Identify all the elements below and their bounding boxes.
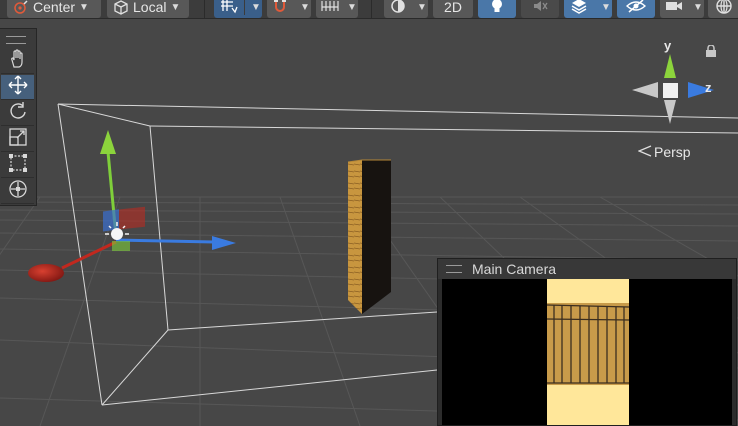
move-icon	[8, 75, 28, 100]
shading-mode-dropdown[interactable]: ▼	[384, 0, 428, 18]
rect-tool-button[interactable]	[1, 153, 34, 178]
grid-snap-button[interactable]: ▼	[214, 0, 262, 18]
gizmo-center-cube	[663, 83, 678, 98]
z-axis-handle	[212, 236, 236, 250]
effects-icon	[570, 0, 588, 17]
projection-label: Persp	[654, 144, 691, 160]
snap-increment-button[interactable]: ▼	[267, 0, 311, 18]
transform-tool-button[interactable]	[1, 179, 34, 204]
visibility-icon	[625, 0, 647, 16]
local-space-icon	[113, 0, 129, 15]
increment-snap-dropdown[interactable]: ▼	[316, 0, 358, 18]
rotate-icon	[8, 101, 28, 126]
toggle-2d-button[interactable]: 2D	[433, 0, 473, 18]
camera-icon	[665, 0, 683, 16]
chevron-down-icon: ▼	[347, 1, 357, 13]
chevron-down-icon: ▼	[170, 1, 181, 13]
rect-icon	[8, 153, 28, 178]
snap-increment-icon	[272, 0, 288, 17]
move-tool-button[interactable]	[1, 75, 34, 100]
wooden-wall-object[interactable]	[347, 159, 391, 314]
grid-snap-icon	[220, 0, 238, 17]
ruler-icon	[321, 0, 339, 16]
audio-icon	[532, 0, 548, 16]
camera-preview-viewport	[442, 279, 732, 425]
scale-icon	[8, 127, 28, 152]
y-axis-handle	[100, 130, 116, 154]
lighting-toggle-button[interactable]	[478, 0, 516, 18]
gizmo-neg-y-cone	[664, 100, 676, 124]
tools-grip-handle[interactable]	[6, 36, 26, 44]
chevron-down-icon: ▼	[693, 1, 703, 13]
perspective-icon	[637, 144, 652, 160]
chevron-down-icon: ▼	[79, 1, 89, 13]
camera-preview-title: Main Camera	[472, 261, 557, 277]
chevron-down-icon: ▼	[251, 1, 261, 13]
pivot-mode-label: Center	[33, 0, 76, 15]
lock-icon[interactable]	[705, 44, 717, 62]
gizmo-y-cone	[664, 54, 676, 78]
audio-toggle-button[interactable]	[521, 0, 559, 18]
pivot-mode-dropdown[interactable]: Center ▼	[7, 0, 101, 18]
camera-settings-dropdown[interactable]: ▼	[660, 0, 704, 18]
rotate-tool-button[interactable]	[1, 101, 34, 126]
x-axis-handle	[28, 264, 64, 282]
shading-mode-icon	[389, 0, 407, 17]
chevron-down-icon: ▼	[417, 1, 427, 13]
space-mode-label: Local	[133, 0, 167, 15]
scene-toolbar: Center ▼ Local ▼ ▼ ▼ ▼ ▼ 2D ▼ ▼	[0, 0, 738, 19]
gizmos-button[interactable]	[708, 0, 738, 18]
grip-handle-icon	[446, 265, 462, 273]
transform-gizmo[interactable]	[28, 130, 236, 282]
chevron-down-icon: ▼	[300, 1, 310, 13]
scale-tool-button[interactable]	[1, 127, 34, 152]
space-mode-dropdown[interactable]: Local ▼	[107, 0, 189, 18]
hand-icon	[8, 48, 28, 74]
transform-icon	[8, 179, 28, 204]
gizmo-z-label: z	[705, 80, 712, 95]
toggle-2d-label: 2D	[444, 0, 462, 15]
gizmo-y-label: y	[664, 38, 672, 53]
camera-preview-header[interactable]: Main Camera	[438, 259, 736, 279]
gizmo-neg-z-cone	[632, 82, 658, 98]
lighting-icon	[490, 0, 504, 17]
camera-preview-overlay: Main Camera	[437, 258, 737, 426]
gizmos-icon	[715, 0, 733, 18]
tools-overlay	[0, 28, 37, 206]
projection-toggle[interactable]: Persp	[637, 144, 691, 160]
chevron-down-icon: ▼	[601, 1, 611, 13]
hand-tool-button[interactable]	[1, 48, 34, 74]
scene-visibility-button[interactable]	[617, 0, 655, 18]
pivot-icon	[13, 0, 29, 15]
effects-dropdown[interactable]: ▼	[564, 0, 612, 18]
